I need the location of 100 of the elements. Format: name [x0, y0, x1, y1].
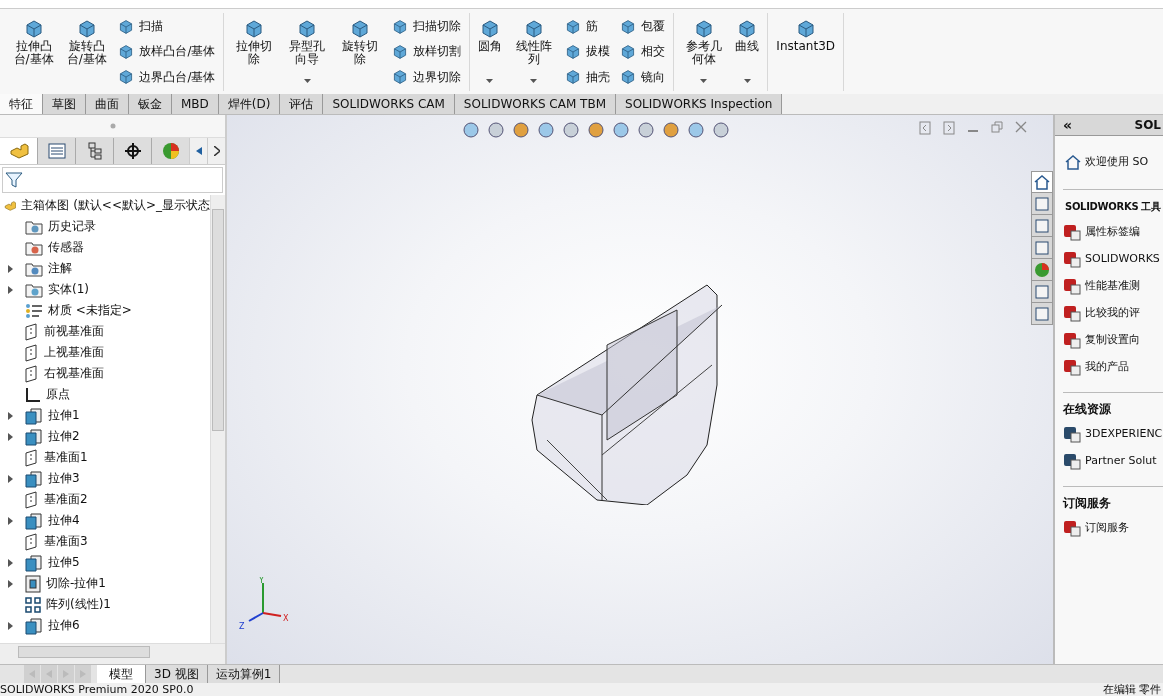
- task-pane-link[interactable]: 我的产品: [1085, 359, 1129, 374]
- ribbon-button[interactable]: 边界切除: [390, 66, 463, 88]
- ribbon-button[interactable]: 旋转切除: [336, 13, 384, 91]
- ribbon-button[interactable]: 相交: [618, 41, 668, 63]
- task-pane-tab[interactable]: [1031, 259, 1053, 281]
- ribbon-button[interactable]: 异型孔向导: [283, 13, 331, 91]
- horizontal-scrollbar[interactable]: [0, 643, 225, 664]
- task-pane-link[interactable]: 3DEXPERIENC: [1085, 427, 1163, 440]
- task-pane-link[interactable]: 属性标签编: [1085, 224, 1140, 239]
- document-tab[interactable]: 模型: [97, 665, 146, 683]
- view-tool-icon[interactable]: [687, 121, 705, 139]
- tree-item[interactable]: 传感器: [48, 239, 84, 256]
- tree-item[interactable]: 注解: [48, 260, 72, 277]
- ribbon-button[interactable]: 扫描: [116, 16, 218, 38]
- collapse-button[interactable]: «: [1063, 117, 1073, 133]
- ribbon-button[interactable]: 拔模: [563, 41, 613, 63]
- ribbon-button[interactable]: 镜向: [618, 66, 668, 88]
- ribbon-button[interactable]: 抽壳: [563, 66, 613, 88]
- ribbon-tab[interactable]: MBD: [172, 94, 219, 114]
- ribbon-button[interactable]: 边界凸台/基体: [116, 66, 218, 88]
- tree-item[interactable]: 阵列(线性)1: [46, 596, 111, 613]
- expand-arrow-icon[interactable]: [7, 411, 13, 420]
- ribbon-button[interactable]: 旋转凸台/基体: [63, 13, 111, 91]
- vertical-scrollbar[interactable]: [210, 195, 225, 643]
- task-pane-tab[interactable]: [1031, 237, 1053, 259]
- tree-item[interactable]: 前视基准面: [44, 323, 104, 340]
- restore-icon[interactable]: [991, 121, 1003, 133]
- ribbon-button[interactable]: 放样凸台/基体: [116, 41, 218, 63]
- view-tool-icon[interactable]: [537, 121, 555, 139]
- expand-arrow-icon[interactable]: [7, 285, 13, 294]
- view-tool-icon[interactable]: [562, 121, 580, 139]
- view-tool-icon[interactable]: [612, 121, 630, 139]
- tree-item[interactable]: 主箱体图 (默认<<默认>_显示状态: [21, 197, 210, 214]
- view-tool-icon[interactable]: [712, 121, 730, 139]
- ribbon-tab[interactable]: 曲面: [86, 94, 129, 114]
- tree-item[interactable]: 拉伸1: [48, 407, 80, 424]
- ribbon-button[interactable]: 筋: [563, 16, 613, 38]
- task-pane-tab[interactable]: [1031, 171, 1053, 193]
- ribbon-tab[interactable]: SOLIDWORKS Inspection: [616, 94, 783, 114]
- tree-item[interactable]: 上视基准面: [44, 344, 104, 361]
- expand-arrow-icon[interactable]: [7, 264, 13, 273]
- expand-arrow-icon[interactable]: [7, 579, 13, 588]
- tree-item[interactable]: 基准面3: [44, 533, 88, 550]
- expand-arrow-icon[interactable]: [7, 474, 13, 483]
- tree-item[interactable]: 历史记录: [48, 218, 96, 235]
- tree-item[interactable]: 拉伸5: [48, 554, 80, 571]
- ribbon-button[interactable]: Instant3D: [774, 13, 837, 91]
- task-pane-link[interactable]: 比较我的评: [1085, 305, 1140, 320]
- task-pane-link[interactable]: 性能基准测: [1085, 278, 1140, 293]
- expand-arrow-icon[interactable]: [7, 516, 13, 525]
- ribbon-button[interactable]: 圆角: [476, 13, 504, 91]
- tree-item[interactable]: 右视基准面: [44, 365, 104, 382]
- task-pane-tab[interactable]: [1031, 303, 1053, 325]
- ribbon-tab[interactable]: SOLIDWORKS CAM: [323, 94, 455, 114]
- document-tab[interactable]: 3D 视图: [146, 665, 208, 683]
- ribbon-tab[interactable]: 特征: [0, 94, 43, 114]
- window-button-icon[interactable]: [919, 121, 931, 135]
- task-pane-link[interactable]: 订阅服务: [1085, 520, 1129, 535]
- expand-arrow-icon[interactable]: [7, 432, 13, 441]
- task-pane-link[interactable]: Partner Solut: [1085, 454, 1157, 467]
- tree-item[interactable]: 拉伸3: [48, 470, 80, 487]
- tree-item[interactable]: 原点: [46, 386, 70, 403]
- welcome-link[interactable]: 欢迎使用 SO: [1085, 154, 1149, 169]
- view-tool-icon[interactable]: [662, 121, 680, 139]
- ribbon-button[interactable]: 曲线: [733, 13, 762, 91]
- ribbon-button[interactable]: 线性阵列: [510, 13, 558, 91]
- ribbon-tab[interactable]: 草图: [43, 94, 86, 114]
- view-tool-icon[interactable]: [587, 121, 605, 139]
- task-pane-tab[interactable]: [1031, 193, 1053, 215]
- document-tab[interactable]: 运动算例1: [207, 665, 281, 683]
- ribbon-button[interactable]: 参考几何体: [680, 13, 728, 91]
- filter-icon[interactable]: [5, 171, 23, 189]
- task-pane-link[interactable]: SOLIDWORKS: [1085, 252, 1160, 265]
- tree-item[interactable]: 切除-拉伸1: [46, 575, 106, 592]
- view-tool-icon[interactable]: [512, 121, 530, 139]
- expand-arrow-icon[interactable]: [7, 621, 13, 630]
- ribbon-button[interactable]: 包覆: [618, 16, 668, 38]
- window-button-icon[interactable]: [943, 121, 955, 135]
- tree-item[interactable]: 基准面2: [44, 491, 88, 508]
- ribbon-button[interactable]: 拉伸切除: [230, 13, 278, 91]
- close-icon[interactable]: [1015, 121, 1027, 133]
- ribbon-tab[interactable]: 评估: [280, 94, 324, 114]
- tree-item[interactable]: 拉伸6: [48, 617, 80, 634]
- ribbon-button[interactable]: 扫描切除: [390, 16, 463, 38]
- ribbon-tab[interactable]: 焊件(D): [218, 94, 281, 114]
- tree-item[interactable]: 拉伸4: [48, 512, 80, 529]
- ribbon-tab[interactable]: 钣金: [129, 94, 172, 114]
- grip-icon[interactable]: [109, 123, 116, 129]
- view-tool-icon[interactable]: [637, 121, 655, 139]
- tree-item[interactable]: 基准面1: [44, 449, 88, 466]
- view-tool-icon[interactable]: [462, 121, 480, 139]
- tree-item[interactable]: 材质 <未指定>: [48, 302, 132, 319]
- tree-item[interactable]: 拉伸2: [48, 428, 80, 445]
- ribbon-button[interactable]: 放样切割: [390, 41, 463, 63]
- task-pane-tab[interactable]: [1031, 215, 1053, 237]
- ribbon-tab[interactable]: SOLIDWORKS CAM TBM: [454, 94, 616, 114]
- task-pane-tab[interactable]: [1031, 281, 1053, 303]
- task-pane-link[interactable]: 复制设置向: [1085, 332, 1140, 347]
- tree-item[interactable]: 实体(1): [48, 281, 89, 298]
- ribbon-button[interactable]: 拉伸凸台/基体: [10, 13, 58, 91]
